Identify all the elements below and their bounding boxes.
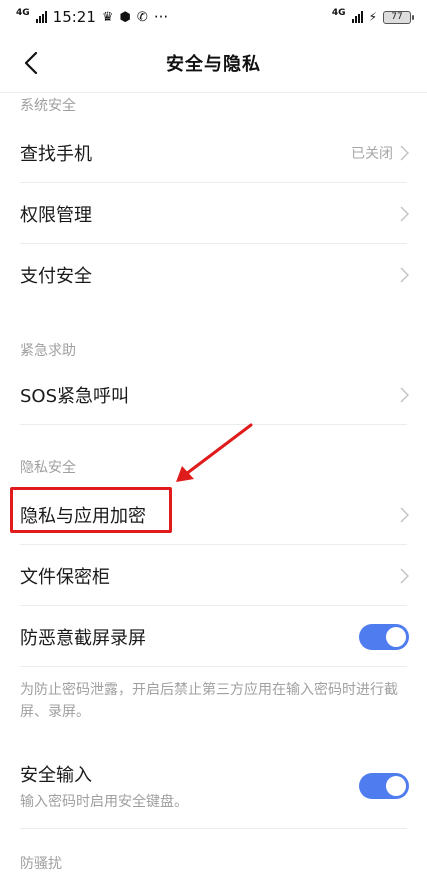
row-label: 权限管理 [20,204,92,226]
shield-icon: ⬢ [119,9,131,25]
chevron-right-icon [400,205,409,222]
chevron-right-icon [400,266,409,283]
clock-time: 15:21 [52,8,96,26]
signal-icon [351,11,363,23]
find-phone-status: 已关闭 [351,145,393,162]
network-type-label: 4G [16,7,30,18]
sos-emergency-call-row[interactable]: SOS紧急呼叫 [0,364,427,425]
more-notifications: ··· [153,8,169,26]
secure-input-toggle[interactable] [359,773,409,799]
status-bar: 4G 15:21 ♛ ⬢ ✆ ··· 4G ⚡ 77 [0,0,427,34]
signal-icon [35,11,47,23]
anti-screenshot-description: 为防止密码泄露，开启后禁止第三方应用在输入密码时进行截屏、录屏。 [20,682,398,720]
find-phone-row[interactable]: 查找手机 已关闭 [0,122,427,183]
row-label: 安全输入 [20,765,92,786]
payment-security-row[interactable]: 支付安全 [0,244,427,305]
phone-missed-icon: ✆ [136,9,148,25]
charging-icon: ⚡ [368,10,377,24]
row-label: 支付安全 [20,265,92,287]
section-header-privacy-security: 隐私安全 [20,460,76,476]
chevron-right-icon [400,144,409,161]
back-icon[interactable] [18,50,44,76]
status-bar-right: 4G ⚡ 77 [331,7,414,24]
toggle-knob [386,626,406,647]
row-label: 隐私与应用加密 [20,505,146,527]
file-safe-row[interactable]: 文件保密柜 [0,545,427,606]
network-type-right: 4G [331,7,346,18]
battery-icon: 77 [383,10,414,24]
row-label: 查找手机 [20,143,92,165]
row-label: SOS紧急呼叫 [20,385,130,407]
crown-icon: ♛ [101,9,114,25]
secure-input-description: 输入密码时启用安全键盘。 [20,794,188,810]
privacy-app-encryption-row[interactable]: 隐私与应用加密 [0,484,427,545]
chevron-right-icon [400,567,409,584]
anti-screenshot-toggle[interactable] [359,623,409,650]
nav-bar: 安全与隐私 [0,34,427,93]
chevron-right-icon [400,506,409,523]
permission-management-row[interactable]: 权限管理 [0,183,427,244]
settings-list: 系统安全 查找手机 已关闭 权限管理 支付安全 紧急求助 SOS紧急呼叫 隐私安… [0,92,427,879]
secure-input-row[interactable]: 安全输入 输入密码时启用安全键盘。 [0,743,427,829]
section-header-system-security: 系统安全 [20,98,76,114]
section-header-emergency: 紧急求助 [20,343,76,359]
page-title: 安全与隐私 [166,54,261,75]
row-label: 文件保密柜 [20,566,110,588]
anti-malicious-screenshot-row[interactable]: 防恶意截屏录屏 [0,606,427,667]
section-header-anti-harassment: 防骚扰 [20,856,62,872]
row-label: 防恶意截屏录屏 [20,627,146,649]
status-bar-left: 4G 15:21 ♛ ⬢ ✆ ··· [16,8,168,26]
toggle-knob [386,776,406,796]
chevron-right-icon [400,386,409,403]
